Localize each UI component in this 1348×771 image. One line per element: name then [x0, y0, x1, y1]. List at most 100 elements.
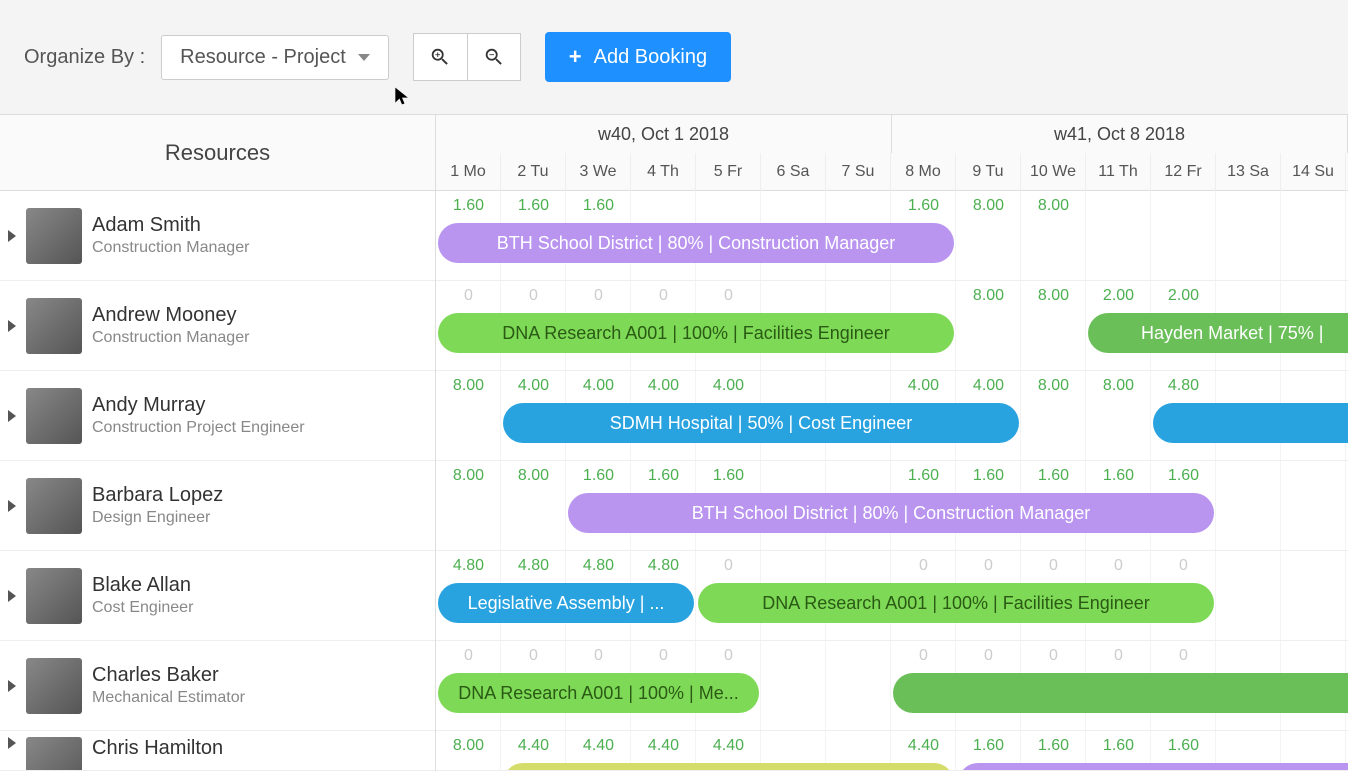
- day-header-cell: 3 We: [566, 153, 631, 191]
- plus-icon: +: [569, 44, 582, 70]
- expand-icon[interactable]: [8, 737, 16, 749]
- avatar: [26, 208, 82, 264]
- booking-bar[interactable]: [893, 673, 1348, 713]
- booking-bar[interactable]: DNA Research A001 | 100% | Facilities En…: [698, 583, 1214, 623]
- expand-icon[interactable]: [8, 410, 16, 422]
- week-header-cell: w40, Oct 1 2018: [436, 115, 892, 153]
- timeline-row[interactable]: 0000000000DNA Research A001 | 100% | Me.…: [436, 641, 1348, 731]
- expand-icon[interactable]: [8, 500, 16, 512]
- day-header-cell: 1 Mo: [436, 153, 501, 191]
- hours-cell: 0: [631, 647, 696, 665]
- hours-cell: [1281, 467, 1346, 485]
- hours-cell: [1281, 197, 1346, 215]
- avatar: [26, 478, 82, 534]
- resource-info: Andy MurrayConstruction Project Engineer: [92, 394, 305, 437]
- booking-bar[interactable]: [958, 763, 1348, 771]
- expand-icon[interactable]: [8, 230, 16, 242]
- hours-row: 8.008.001.601.601.601.601.601.601.601.60: [436, 467, 1346, 485]
- hours-cell: 4.40: [501, 737, 566, 755]
- hours-cell: 4.00: [566, 377, 631, 395]
- zoom-button-group: [413, 33, 521, 81]
- hours-cell: [826, 287, 891, 305]
- hours-row: 000008.008.002.002.00: [436, 287, 1346, 305]
- hours-cell: [826, 467, 891, 485]
- booking-bar[interactable]: BTH School District | 80% | Construction…: [568, 493, 1214, 533]
- hours-cell: 8.00: [436, 377, 501, 395]
- hours-cell: 4.00: [501, 377, 566, 395]
- timeline-row[interactable]: 8.008.001.601.601.601.601.601.601.601.60…: [436, 461, 1348, 551]
- booking-bar[interactable]: Legislative Assembly | ...: [438, 583, 694, 623]
- hours-cell: 1.60: [1086, 467, 1151, 485]
- hours-cell: 8.00: [1021, 287, 1086, 305]
- day-header-cell: 12 Fr: [1151, 153, 1216, 191]
- hours-cell: [761, 557, 826, 575]
- timeline-row[interactable]: 000008.008.002.002.00DNA Research A001 |…: [436, 281, 1348, 371]
- hours-cell: 4.80: [566, 557, 631, 575]
- hours-cell: 0: [1151, 557, 1216, 575]
- timeline-column: w40, Oct 1 2018w41, Oct 8 2018 1 Mo2 Tu3…: [436, 115, 1348, 771]
- resource-role: Cost Engineer: [92, 599, 193, 617]
- zoom-out-button[interactable]: [467, 33, 521, 81]
- hours-cell: [1281, 557, 1346, 575]
- resource-row[interactable]: Charles BakerMechanical Estimator: [0, 641, 435, 731]
- hours-cell: [761, 377, 826, 395]
- resource-row[interactable]: Barbara LopezDesign Engineer: [0, 461, 435, 551]
- resource-role: Construction Project Engineer: [92, 419, 305, 437]
- booking-bar[interactable]: [1153, 403, 1348, 443]
- timeline-row[interactable]: 8.004.404.404.404.404.401.601.601.601.60: [436, 731, 1348, 771]
- booking-bar[interactable]: DNA Research A001 | 100% | Facilities En…: [438, 313, 954, 353]
- expand-icon[interactable]: [8, 320, 16, 332]
- organize-by-dropdown[interactable]: Resource - Project: [161, 35, 389, 80]
- hours-cell: 1.60: [631, 467, 696, 485]
- timeline-row[interactable]: 1.601.601.601.608.008.00BTH School Distr…: [436, 191, 1348, 281]
- hours-cell: [761, 287, 826, 305]
- resource-info: Andrew MooneyConstruction Manager: [92, 304, 249, 347]
- hours-cell: [826, 557, 891, 575]
- booking-bar[interactable]: BTH School District | 80% | Construction…: [438, 223, 954, 263]
- expand-icon[interactable]: [8, 590, 16, 602]
- booking-bar[interactable]: DNA Research A001 | 100% | Me...: [438, 673, 759, 713]
- hours-cell: 0: [1086, 557, 1151, 575]
- zoom-out-icon: [483, 46, 505, 68]
- hours-cell: 1.60: [956, 737, 1021, 755]
- hours-cell: 4.40: [631, 737, 696, 755]
- hours-cell: [1216, 557, 1281, 575]
- hours-cell: 0: [1021, 557, 1086, 575]
- hours-cell: 8.00: [1021, 197, 1086, 215]
- hours-cell: [761, 467, 826, 485]
- hours-cell: 0: [891, 557, 956, 575]
- hours-cell: 0: [1021, 647, 1086, 665]
- resource-info: Adam SmithConstruction Manager: [92, 214, 249, 257]
- hours-cell: 1.60: [436, 197, 501, 215]
- timeline-row[interactable]: 4.804.804.804.80000000Legislative Assemb…: [436, 551, 1348, 641]
- resource-row[interactable]: Blake AllanCost Engineer: [0, 551, 435, 641]
- zoom-in-button[interactable]: [413, 33, 467, 81]
- hours-cell: 1.60: [1151, 737, 1216, 755]
- resource-row[interactable]: Chris Hamilton: [0, 731, 435, 771]
- avatar: [26, 298, 82, 354]
- hours-row: 1.601.601.601.608.008.00: [436, 197, 1346, 215]
- booking-bar[interactable]: [503, 763, 954, 771]
- hours-cell: [1216, 737, 1281, 755]
- booking-bar[interactable]: SDMH Hospital | 50% | Cost Engineer: [503, 403, 1019, 443]
- hours-cell: [761, 647, 826, 665]
- hours-cell: 0: [436, 647, 501, 665]
- resource-info: Charles BakerMechanical Estimator: [92, 664, 245, 707]
- expand-icon[interactable]: [8, 680, 16, 692]
- booking-bar[interactable]: Hayden Market | 75% |: [1088, 313, 1348, 353]
- hours-cell: 0: [1086, 647, 1151, 665]
- resource-row[interactable]: Andrew MooneyConstruction Manager: [0, 281, 435, 371]
- avatar: [26, 658, 82, 714]
- hours-cell: 4.40: [566, 737, 631, 755]
- resource-row[interactable]: Adam SmithConstruction Manager: [0, 191, 435, 281]
- hours-cell: [1216, 287, 1281, 305]
- resource-row[interactable]: Andy MurrayConstruction Project Engineer: [0, 371, 435, 461]
- timeline-row[interactable]: 8.004.004.004.004.004.004.008.008.004.80…: [436, 371, 1348, 461]
- hours-cell: 0: [566, 287, 631, 305]
- hours-row: 4.804.804.804.80000000: [436, 557, 1346, 575]
- hours-cell: 1.60: [566, 197, 631, 215]
- day-header-cell: 6 Sa: [761, 153, 826, 191]
- resource-info: Blake AllanCost Engineer: [92, 574, 193, 617]
- add-booking-button[interactable]: + Add Booking: [545, 32, 731, 82]
- resource-info: Barbara LopezDesign Engineer: [92, 484, 223, 527]
